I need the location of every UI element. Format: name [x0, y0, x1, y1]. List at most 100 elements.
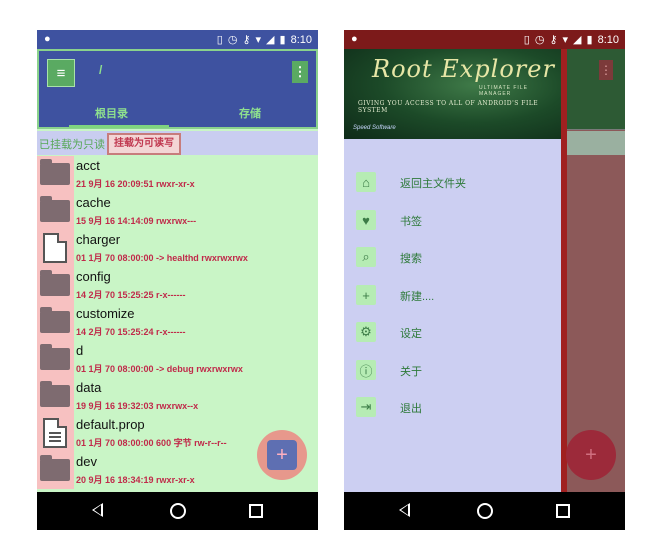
- file-meta: 15 9月 16 14:14:09 rwxrwx---: [76, 216, 197, 226]
- vibrate-icon: ▯: [216, 34, 223, 46]
- heart-icon: ♥: [356, 210, 376, 230]
- phone-file-list: ● ▯ ◷ ⚷ ▾ ◢ ▮ 8:10 ≡ / ⋮ 根目录 存储 已挂载为只读 挂…: [37, 30, 318, 530]
- file-name: customize: [76, 306, 135, 321]
- more-vert-icon: ⋮: [293, 64, 307, 79]
- drawer-item-new[interactable]: + 新建....: [344, 277, 561, 313]
- file-row[interactable]: d 01 1月 70 08:00:00 -> debug rwxrwxrwx: [37, 341, 318, 378]
- drawer-item-label: 返回主文件夹: [400, 178, 466, 190]
- app-logo-subtitle: ULTIMATE FILE MANAGER: [479, 85, 528, 97]
- plus-icon: +: [585, 443, 597, 466]
- file-name: cache: [76, 195, 111, 210]
- folder-icon: [40, 196, 70, 222]
- tab-indicator: [69, 125, 169, 128]
- tab-root[interactable]: 根目录: [95, 105, 128, 121]
- plus-icon: +: [267, 440, 297, 470]
- file-icon: [43, 233, 67, 263]
- drawer-header: Root Explorer ULTIMATE FILE MANAGER GIVI…: [344, 49, 561, 139]
- status-bar: ● ▯ ◷ ⚷ ▾ ◢ ▮ 8:10: [37, 30, 318, 49]
- tab-storage[interactable]: 存储: [239, 105, 261, 121]
- vibrate-icon: ▯: [523, 34, 530, 46]
- wifi-icon: ▾: [562, 34, 569, 46]
- mount-bar: 已挂载为只读 挂载为可读写: [37, 131, 318, 155]
- plus-icon: +: [356, 285, 376, 305]
- add-fab-button[interactable]: +: [257, 430, 307, 480]
- file-meta: 01 1月 70 08:00:00 -> debug rwxrwxrwx: [76, 364, 243, 374]
- back-icon[interactable]: [399, 503, 410, 517]
- dimmed-app-bar: [561, 49, 625, 129]
- drawer-item-about[interactable]: ⓘ 关于: [344, 352, 561, 388]
- drawer-item-settings[interactable]: ⚙ 设定: [344, 314, 561, 350]
- folder-icon: [40, 455, 70, 481]
- status-bar: ● ▯ ◷ ⚷ ▾ ◢ ▮ 8:10: [344, 30, 625, 49]
- file-row[interactable]: acct 21 9月 16 20:09:51 rwxr-xr-x: [37, 156, 318, 193]
- file-row[interactable]: cache 15 9月 16 14:14:09 rwxrwx---: [37, 193, 318, 230]
- mount-rw-button[interactable]: 挂载为可读写: [107, 133, 181, 155]
- mount-status: 已挂载为只读: [39, 139, 105, 151]
- battery-icon: ▮: [586, 34, 593, 46]
- back-icon[interactable]: [92, 503, 103, 517]
- app-tagline: GIVING YOU ACCESS TO ALL OF ANDROID'S FI…: [358, 100, 539, 114]
- drawer-item-bookmarks[interactable]: ♥ 书签: [344, 202, 561, 238]
- file-meta: 21 9月 16 20:09:51 rwxr-xr-x: [76, 179, 195, 189]
- file-name: config: [76, 269, 111, 284]
- file-row[interactable]: customize 14 2月 70 15:25:24 r-x------: [37, 304, 318, 341]
- key-icon: ⚷: [549, 34, 558, 46]
- file-name: acct: [76, 158, 100, 173]
- home-circle-icon[interactable]: [170, 503, 186, 519]
- recents-icon[interactable]: [249, 504, 263, 518]
- file-row[interactable]: charger 01 1月 70 08:00:00 -> healthd rwx…: [37, 230, 318, 267]
- nav-bar: [37, 492, 318, 530]
- file-meta: 01 1月 70 08:00:00 600 字节 rw-r--r--: [76, 438, 227, 448]
- android-icon: ●: [351, 33, 358, 45]
- document-icon: [43, 418, 67, 448]
- navigation-drawer: Root Explorer ULTIMATE FILE MANAGER GIVI…: [344, 49, 561, 492]
- alarm-icon: ◷: [534, 34, 545, 46]
- file-row[interactable]: data 19 9月 16 19:32:03 rwxrwx--x: [37, 378, 318, 415]
- home-circle-icon[interactable]: [477, 503, 493, 519]
- file-name: data: [76, 380, 102, 395]
- drawer-item-exit[interactable]: ⇥ 退出: [344, 389, 561, 425]
- drawer-item-search[interactable]: ⌕ 搜索: [344, 239, 561, 275]
- drawer-item-label: 关于: [400, 366, 422, 378]
- file-name: default.prop: [76, 417, 145, 432]
- folder-icon: [40, 307, 70, 333]
- hamburger-icon: ≡: [56, 64, 66, 82]
- drawer-item-home[interactable]: ⌂ 返回主文件夹: [344, 164, 561, 200]
- alarm-icon: ◷: [227, 34, 238, 46]
- file-meta: 20 9月 16 18:34:19 rwxr-xr-x: [76, 475, 195, 485]
- folder-icon: [40, 159, 70, 185]
- overflow-menu-button[interactable]: ⋮: [292, 61, 308, 83]
- signal-icon: ◢: [573, 34, 582, 46]
- file-name: charger: [76, 232, 121, 247]
- recents-icon[interactable]: [556, 504, 570, 518]
- app-logo-title: Root Explorer: [372, 55, 555, 83]
- phone-drawer-open: ● ▯ ◷ ⚷ ▾ ◢ ▮ 8:10 ⋮ + Root Explorer ULT…: [344, 30, 625, 530]
- info-icon: ⓘ: [356, 360, 376, 380]
- gear-icon: ⚙: [356, 322, 376, 342]
- status-time: 8:10: [290, 33, 312, 46]
- drawer-item-label: 书签: [400, 216, 422, 228]
- signal-icon: ◢: [266, 34, 275, 46]
- drawer-item-label: 退出: [400, 403, 422, 415]
- battery-icon: ▮: [279, 34, 286, 46]
- brand-label: Speed Software: [353, 125, 396, 131]
- file-meta: 14 2月 70 15:25:25 r-x------: [76, 290, 186, 300]
- drawer-edge: [561, 49, 567, 492]
- drawer-item-label: 设定: [400, 328, 422, 340]
- file-meta: 19 9月 16 19:32:03 rwxrwx--x: [76, 401, 199, 411]
- file-meta: 14 2月 70 15:25:24 r-x------: [76, 327, 186, 337]
- folder-icon: [40, 381, 70, 407]
- exit-icon: ⇥: [356, 397, 376, 417]
- search-icon: ⌕: [356, 247, 376, 267]
- nav-bar: [344, 492, 625, 530]
- file-meta: 01 1月 70 08:00:00 -> healthd rwxrwxrwx: [76, 253, 248, 263]
- current-path: /: [99, 63, 103, 77]
- file-row[interactable]: config 14 2月 70 15:25:25 r-x------: [37, 267, 318, 304]
- key-icon: ⚷: [242, 34, 251, 46]
- file-name: dev: [76, 454, 97, 469]
- menu-button[interactable]: ≡: [47, 59, 75, 87]
- more-vert-icon: ⋮: [599, 60, 613, 80]
- dimmed-mount-bar: [561, 131, 625, 155]
- folder-icon: [40, 270, 70, 296]
- wifi-icon: ▾: [255, 34, 262, 46]
